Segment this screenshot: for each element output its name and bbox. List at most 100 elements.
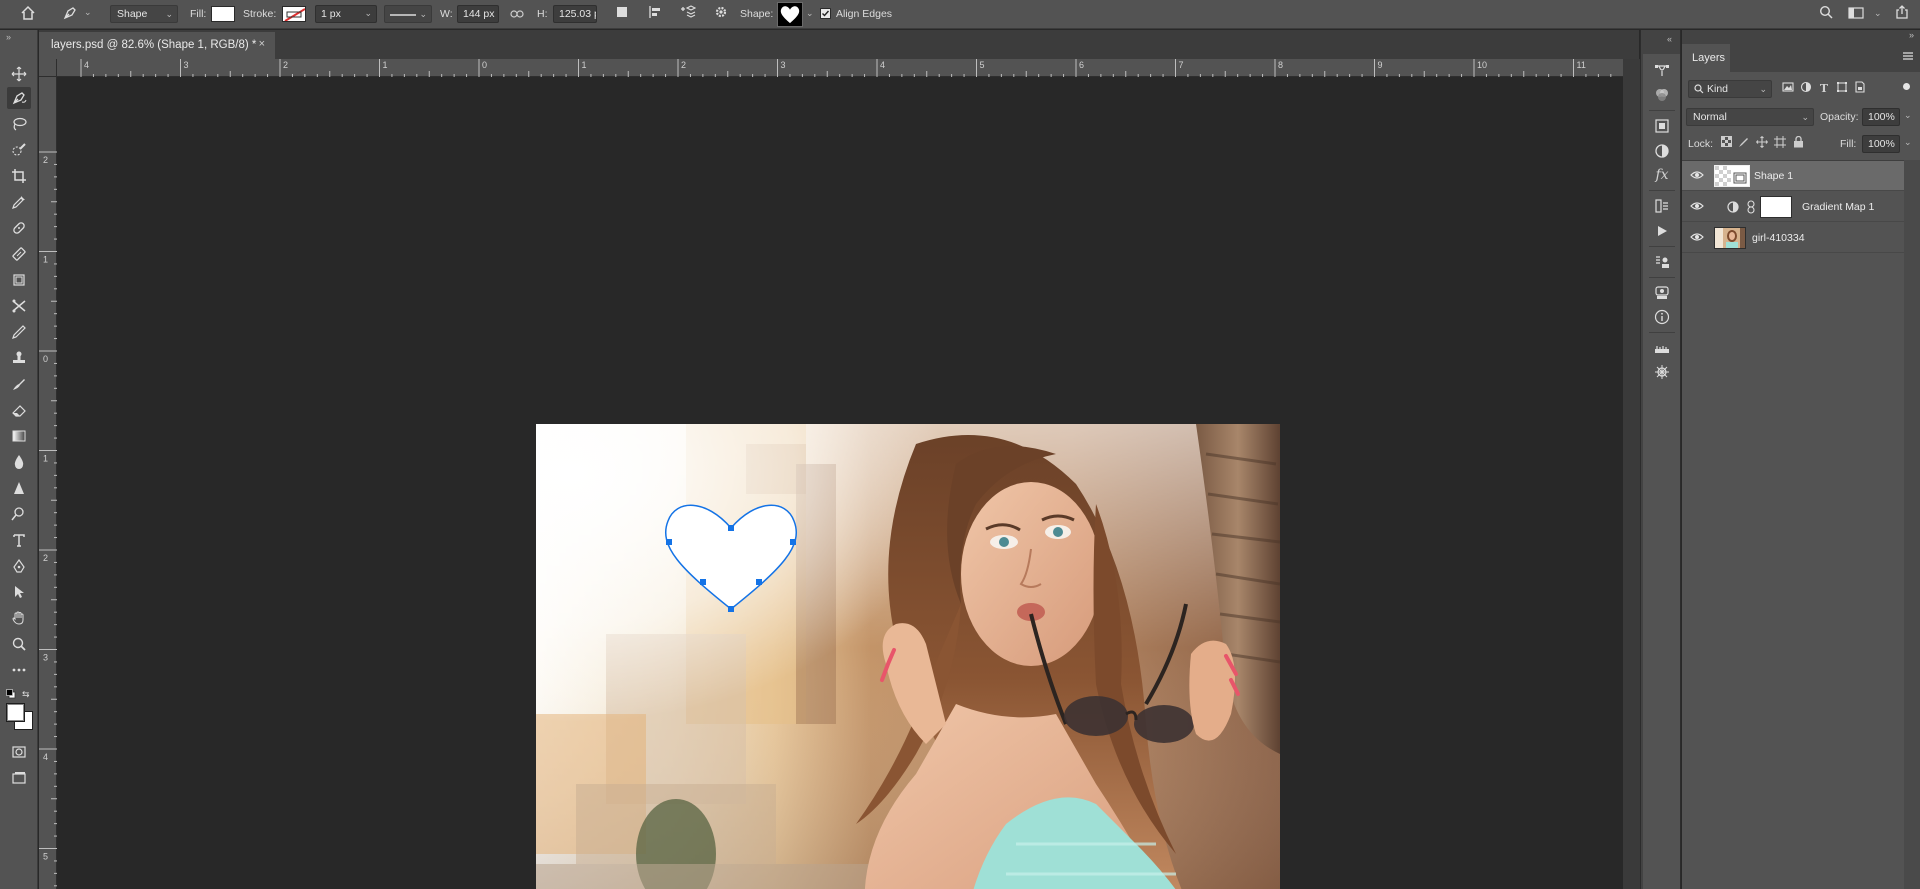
close-icon[interactable]: × bbox=[259, 38, 265, 50]
freeform-pen-tool-icon[interactable] bbox=[7, 87, 31, 109]
vertical-ruler[interactable]: 2 1 0 1 2 3 4 5 bbox=[39, 77, 57, 889]
share-icon[interactable] bbox=[1892, 5, 1912, 25]
stamp-tool-icon[interactable] bbox=[7, 347, 31, 369]
chevron-down-icon[interactable]: ⌄ bbox=[1904, 137, 1912, 148]
layer-filter-dropdown[interactable]: Kind ⌄ bbox=[1688, 80, 1772, 98]
blend-mode-dropdown[interactable]: Normal ⌄ bbox=[1686, 108, 1814, 126]
visibility-eye-icon[interactable] bbox=[1690, 168, 1706, 184]
lock-image-pixels-icon[interactable] bbox=[1736, 136, 1752, 152]
quick-selection-tool-icon[interactable] bbox=[7, 139, 31, 161]
swap-colors-icon[interactable]: ⇆ bbox=[22, 689, 32, 699]
color-panel-icon[interactable] bbox=[1651, 84, 1673, 106]
link-icon[interactable] bbox=[507, 5, 527, 25]
shape-picker[interactable] bbox=[777, 2, 803, 27]
adjustments-panel-icon[interactable] bbox=[1651, 140, 1673, 162]
screen-mode-icon[interactable] bbox=[7, 767, 31, 789]
document-image[interactable] bbox=[536, 424, 1280, 889]
foreground-color-swatch[interactable] bbox=[6, 703, 25, 722]
collapse-panel-icon[interactable]: » bbox=[1909, 30, 1914, 40]
pen-tool-icon[interactable] bbox=[60, 5, 80, 25]
layer-row-shape-1[interactable]: Shape 1 bbox=[1682, 161, 1904, 191]
filter-toggle-icon[interactable] bbox=[1903, 83, 1910, 90]
layer-mask-thumbnail[interactable] bbox=[1760, 196, 1792, 218]
history-panel-icon[interactable] bbox=[1651, 195, 1673, 217]
filter-type-icon[interactable]: T bbox=[1816, 81, 1832, 97]
type-tool-icon[interactable] bbox=[7, 529, 31, 551]
chevron-down-icon[interactable]: ⌄ bbox=[806, 8, 814, 19]
shape-layer-thumbnail[interactable] bbox=[1714, 165, 1750, 187]
filter-shape-icon[interactable] bbox=[1834, 81, 1850, 97]
stroke-width-field[interactable]: 1 px ⌄ bbox=[315, 5, 377, 23]
measurement-ruler-icon[interactable] bbox=[1651, 337, 1673, 359]
path-alignment-icon[interactable] bbox=[645, 5, 665, 25]
quick-mask-icon[interactable] bbox=[7, 741, 31, 763]
chevron-down-icon[interactable]: ⌄ bbox=[1904, 110, 1912, 121]
search-icon[interactable] bbox=[1816, 5, 1836, 25]
lock-artboard-icon[interactable] bbox=[1772, 136, 1788, 152]
path-operations-icon[interactable] bbox=[612, 5, 632, 25]
pen-tool-icon[interactable] bbox=[7, 555, 31, 577]
layers-panel-scrollbar[interactable] bbox=[1904, 160, 1920, 889]
opacity-field[interactable]: 100% bbox=[1862, 108, 1900, 126]
stroke-type-dropdown[interactable]: ⌄ bbox=[384, 5, 432, 23]
lock-position-icon[interactable] bbox=[1754, 136, 1770, 152]
heart-shape-layer[interactable] bbox=[536, 424, 1280, 889]
gradient-tool-icon[interactable] bbox=[7, 425, 31, 447]
eyedropper-tool-icon[interactable] bbox=[7, 191, 31, 213]
hand-tool-icon[interactable] bbox=[7, 607, 31, 629]
glyphs-panel-icon[interactable] bbox=[1651, 282, 1673, 304]
path-arrangement-icon[interactable] bbox=[678, 5, 698, 25]
visibility-eye-icon[interactable] bbox=[1690, 199, 1706, 215]
dodge-tool-icon[interactable] bbox=[7, 503, 31, 525]
height-field[interactable]: 125.03 p bbox=[553, 5, 597, 23]
lock-transparent-pixels-icon[interactable] bbox=[1718, 136, 1734, 152]
layer-row-gradient-map-1[interactable]: Gradient Map 1 bbox=[1682, 192, 1904, 222]
fill-field[interactable]: 100% bbox=[1862, 135, 1900, 153]
blur-tool-icon[interactable] bbox=[7, 451, 31, 473]
canvas-area[interactable] bbox=[58, 78, 1623, 889]
styles-fx-icon[interactable]: fx bbox=[1651, 164, 1673, 186]
mode-dropdown[interactable]: Shape ⌄ bbox=[110, 5, 178, 23]
default-colors-icon[interactable] bbox=[6, 689, 16, 699]
collapse-dock-icon[interactable]: « bbox=[1667, 34, 1672, 44]
path-selection-tool-icon[interactable] bbox=[7, 581, 31, 603]
expand-panel-icon[interactable]: » bbox=[6, 32, 11, 42]
filter-pixel-icon[interactable] bbox=[1780, 81, 1796, 97]
gear-icon[interactable] bbox=[711, 5, 731, 25]
stroke-swatch[interactable] bbox=[282, 6, 306, 22]
sharpen-tool-icon[interactable] bbox=[7, 477, 31, 499]
navigator-icon[interactable] bbox=[1651, 361, 1673, 383]
character-panel-icon[interactable] bbox=[1651, 251, 1673, 273]
art-history-brush-tool-icon[interactable] bbox=[7, 373, 31, 395]
tab-layers[interactable]: Layers bbox=[1682, 44, 1730, 72]
chevron-down-icon[interactable]: ⌄ bbox=[1874, 8, 1882, 19]
more-tools-icon[interactable] bbox=[7, 659, 31, 681]
lasso-tool-icon[interactable] bbox=[7, 113, 31, 135]
lock-all-icon[interactable] bbox=[1790, 135, 1806, 152]
fill-swatch[interactable] bbox=[211, 6, 235, 22]
zoom-tool-icon[interactable] bbox=[7, 633, 31, 655]
actions-play-icon[interactable] bbox=[1651, 220, 1673, 242]
eraser-tool-icon[interactable] bbox=[7, 399, 31, 421]
brush-tool-icon[interactable] bbox=[7, 243, 31, 265]
filter-smart-object-icon[interactable] bbox=[1852, 81, 1868, 97]
healing-brush-tool-icon[interactable] bbox=[7, 217, 31, 239]
filter-adjustment-icon[interactable] bbox=[1798, 81, 1814, 97]
info-icon[interactable] bbox=[1651, 306, 1673, 328]
crop-tool-icon[interactable] bbox=[7, 165, 31, 187]
move-tool-icon[interactable] bbox=[7, 63, 31, 85]
mask-link-icon[interactable] bbox=[1746, 200, 1756, 214]
width-field[interactable]: 144 px bbox=[457, 5, 499, 23]
visibility-eye-icon[interactable] bbox=[1690, 230, 1706, 246]
document-tab[interactable]: layers.psd @ 82.6% (Shape 1, RGB/8) * × bbox=[39, 32, 275, 59]
libraries-panel-icon[interactable] bbox=[1651, 115, 1673, 137]
pencil-tool-icon[interactable] bbox=[7, 321, 31, 343]
home-icon[interactable] bbox=[18, 5, 38, 25]
canvas-vertical-scrollbar[interactable] bbox=[1623, 59, 1640, 889]
layer-row-girl-410334[interactable]: girl-410334 bbox=[1682, 223, 1904, 253]
paths-panel-icon[interactable] bbox=[1651, 59, 1673, 81]
align-edges-checkbox[interactable] bbox=[820, 8, 831, 19]
workspace-icon[interactable] bbox=[1846, 5, 1866, 25]
horizontal-ruler[interactable]: 4 3 2 1 0 1 2 3 4 5 6 7 8 9 10 11 bbox=[57, 59, 1623, 77]
image-layer-thumbnail[interactable] bbox=[1714, 227, 1746, 249]
